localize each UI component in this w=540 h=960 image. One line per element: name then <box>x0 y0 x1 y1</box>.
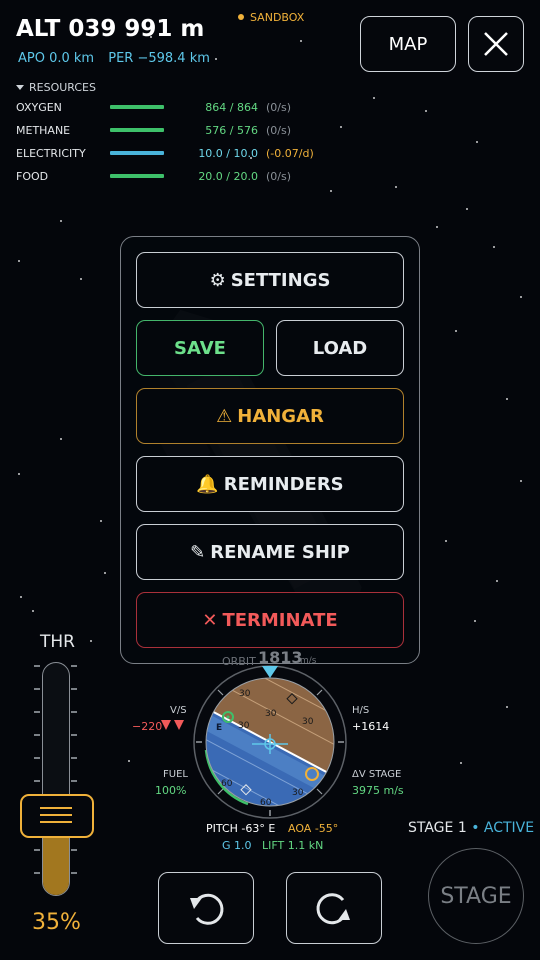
vs-value: −220 <box>132 720 163 733</box>
resource-value: 20.0 / 20.0 <box>198 169 258 183</box>
resource-rate: (-0.07/d) <box>266 146 314 160</box>
orbit-readout: APO 0.0 km PER −598.4 km <box>18 51 220 66</box>
rotate-right-button[interactable] <box>286 872 382 944</box>
resources-title: RESOURCES <box>29 81 96 94</box>
settings-button[interactable]: ⚙ SETTINGS <box>136 252 404 308</box>
rotate-left-button[interactable] <box>158 872 254 944</box>
throttle-percent: 35% <box>32 910 81 935</box>
resource-row: FOOD 20.0 / 20.0 (0/s) <box>16 168 291 184</box>
ball-label: 30 <box>292 788 304 798</box>
dv-label: ΔV STAGE <box>352 769 402 780</box>
aoa-readout: AOA -55° <box>288 822 339 835</box>
stage-active-label: • ACTIVE <box>471 820 535 836</box>
lift-readout: LIFT 1.1 kN <box>262 839 324 852</box>
bell-icon: 🔔 <box>196 473 219 495</box>
close-icon <box>484 32 508 56</box>
ball-label: 30 <box>238 721 250 731</box>
settings-label: SETTINGS <box>230 269 331 291</box>
stage-status: STAGE 1 • ACTIVE <box>408 820 534 836</box>
resource-row: METHANE 576 / 576 (0/s) <box>16 122 291 138</box>
rename-ship-button[interactable]: ✎ RENAME SHIP <box>136 524 404 580</box>
load-button[interactable]: LOAD <box>276 320 404 376</box>
throttle-handle[interactable] <box>20 794 94 838</box>
altitude-readout: ALT 039 991 m <box>16 16 205 42</box>
ball-label: 60 <box>221 779 233 789</box>
resource-rate: (0/s) <box>266 123 292 137</box>
resource-row: ELECTRICITY 10.0 / 10.0 (-0.07/d) <box>16 145 314 161</box>
resource-row: OXYGEN 864 / 864 (0/s) <box>16 99 291 115</box>
dv-value: 3975 m/s <box>352 784 404 797</box>
reminders-button[interactable]: 🔔 REMINDERS <box>136 456 404 512</box>
resource-name: METHANE <box>16 123 71 137</box>
warning-icon: ⚠ <box>216 405 233 427</box>
descent-arrows-icon <box>161 720 184 730</box>
mode-badge-label: SANDBOX <box>250 11 305 24</box>
hs-value: +1614 <box>352 720 390 733</box>
hangar-button[interactable]: ⚠ HANGAR <box>136 388 404 444</box>
resource-value: 10.0 / 10.0 <box>198 146 258 160</box>
g-readout: G 1.0 <box>222 839 252 852</box>
throttle-slider[interactable] <box>42 662 70 896</box>
ball-label: 30 <box>265 709 277 719</box>
rename-label: RENAME SHIP <box>210 541 350 563</box>
heading-label: E <box>216 723 222 733</box>
rotate-ccw-icon <box>190 893 224 925</box>
ball-label: 60 <box>260 798 272 808</box>
fuel-value: 100% <box>155 784 187 797</box>
collapse-triangle-icon <box>16 85 24 90</box>
mode-badge: SANDBOX <box>238 11 304 24</box>
x-icon: ✕ <box>202 609 218 631</box>
ball-label: 30 <box>239 689 251 699</box>
resource-rate: (0/s) <box>266 169 292 183</box>
periapsis: PER −598.4 km <box>108 51 210 66</box>
pencil-icon: ✎ <box>190 541 206 563</box>
throttle-label: THR <box>40 632 75 652</box>
reminders-label: REMINDERS <box>223 473 344 495</box>
gear-icon: ⚙ <box>209 269 226 291</box>
map-button[interactable]: MAP <box>360 16 456 72</box>
apoapsis: APO 0.0 km <box>18 51 95 66</box>
resource-name: ELECTRICITY <box>16 146 86 160</box>
terminate-label: TERMINATE <box>222 609 338 631</box>
resource-rate: (0/s) <box>266 100 292 114</box>
stage-label: STAGE 1 <box>408 820 467 836</box>
status-dot-icon <box>238 14 244 20</box>
resource-value: 864 / 864 <box>205 100 258 114</box>
resource-bar <box>110 174 164 178</box>
resource-name: OXYGEN <box>16 100 62 114</box>
resource-name: FOOD <box>16 169 49 183</box>
resources-toggle[interactable]: RESOURCES <box>16 81 96 94</box>
vs-label: V/S <box>170 705 187 716</box>
terminate-button[interactable]: ✕ TERMINATE <box>136 592 404 648</box>
hs-label: H/S <box>352 705 370 716</box>
fuel-label: FUEL <box>163 769 188 780</box>
pitch-readout: PITCH -63° E <box>206 822 276 835</box>
stage-button[interactable]: STAGE <box>428 848 524 944</box>
rotate-cw-icon <box>316 893 350 925</box>
resource-bar <box>110 105 164 109</box>
navball[interactable]: 30 30 30 60 60 30 30 E <box>192 664 348 820</box>
resource-bar <box>110 128 164 132</box>
resource-value: 576 / 576 <box>205 123 258 137</box>
save-button[interactable]: SAVE <box>136 320 264 376</box>
resource-bar <box>110 151 164 155</box>
close-button[interactable] <box>468 16 524 72</box>
ball-label: 30 <box>302 717 314 727</box>
hangar-label: HANGAR <box>237 405 324 427</box>
